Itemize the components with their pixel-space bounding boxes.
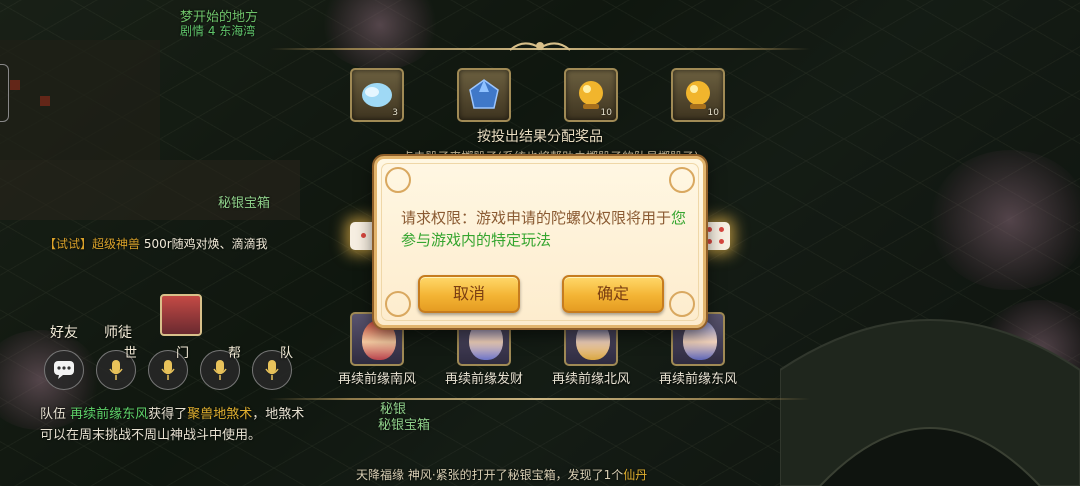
- system-news-ticker: 天降福缘 神风·紧张的打开了秘银宝箱，发现了1个仙丹: [356, 466, 647, 483]
- gold-orb-icon: [579, 81, 603, 109]
- dialog-message-text: 请求权限：游戏申请的陀螺仪权限将用于: [401, 209, 672, 227]
- channel-label-world: 世: [124, 346, 138, 361]
- player-avatar[interactable]: [160, 294, 202, 336]
- news-text: 神风·紧张的打开了秘银宝箱，发现了1个: [407, 468, 624, 482]
- teammate-name: 再续前缘南风: [337, 372, 416, 387]
- reward-count: 10: [600, 108, 612, 118]
- reward-slot-2[interactable]: [457, 68, 511, 122]
- dialog-message: 请求权限：游戏申请的陀螺仪权限将用于您参与游戏内的特定玩法: [401, 207, 691, 251]
- news-source: 天降福缘: [356, 468, 405, 482]
- team-player: 再续前缘东风: [70, 407, 149, 422]
- microphone-icon: [213, 360, 227, 380]
- reward-count: 10: [707, 108, 719, 118]
- reward-slot-4[interactable]: 10: [671, 68, 725, 122]
- team-chat-log[interactable]: 队伍 再续前缘东风获得了聚兽地煞术，地煞术可以在周末挑战不周山神战斗中使用。: [40, 404, 310, 446]
- reward-count: 3: [392, 108, 398, 118]
- chat-text: 500r随鸡对焕、滴滴我: [140, 237, 268, 251]
- master-button[interactable]: 师徒: [104, 322, 132, 342]
- side-drawer-handle[interactable]: [0, 64, 9, 122]
- confirm-button[interactable]: 确定: [562, 275, 664, 313]
- teammate-name: 再续前缘发财: [444, 372, 523, 387]
- team-item: 聚兽地煞术: [187, 407, 253, 422]
- reward-slot-1[interactable]: 3: [350, 68, 404, 122]
- microphone-icon: [161, 360, 175, 380]
- panel-ornament: [509, 42, 571, 51]
- team-tag: 队伍: [40, 407, 67, 422]
- quest-subtitle[interactable]: 剧情 4 东海湾: [180, 22, 255, 39]
- microphone-icon: [265, 360, 279, 380]
- blue-ore-icon: [469, 79, 499, 109]
- cloud-crystal-icon: [362, 83, 392, 107]
- reward-panel-title: 按投出结果分配奖品: [477, 129, 603, 145]
- dialog-corner-ornament: [669, 291, 695, 317]
- team-verb: 获得了: [148, 407, 188, 422]
- dice-icon[interactable]: [702, 222, 730, 250]
- teammate-name: 再续前缘东风: [658, 372, 737, 387]
- cancel-button[interactable]: 取消: [418, 275, 520, 313]
- dialog-corner-ornament: [669, 167, 695, 193]
- friends-button[interactable]: 好友: [50, 322, 78, 342]
- map-label-treasure: 秘银宝箱: [218, 196, 271, 211]
- channel-label-sect: 门: [176, 346, 190, 361]
- permission-dialog: 请求权限：游戏申请的陀螺仪权限将用于您参与游戏内的特定玩法 取消 确定: [374, 156, 706, 328]
- dialog-corner-ornament: [385, 291, 411, 317]
- map-label-treasure: 秘银宝箱: [378, 418, 431, 433]
- chat-message[interactable]: 【试试】超级神兽 500r随鸡对焕、滴滴我: [44, 234, 294, 254]
- teammate-name: 再续前缘北风: [551, 372, 630, 387]
- news-item: 仙丹: [623, 468, 648, 482]
- gold-orb-icon: [686, 81, 710, 109]
- chat-bubble-button[interactable]: [44, 350, 84, 390]
- dialog-corner-ornament: [385, 167, 411, 193]
- microphone-icon: [109, 360, 123, 380]
- chat-bubble-icon: [54, 361, 74, 379]
- reward-slot-3[interactable]: 10: [564, 68, 618, 122]
- panel-bottom-divider: [270, 398, 810, 400]
- channel-label-guild: 帮: [228, 346, 242, 361]
- chat-prefix: 【试试】: [44, 237, 93, 251]
- chat-highlight: 超级神兽: [92, 237, 141, 251]
- channel-label-team: 队: [280, 346, 294, 361]
